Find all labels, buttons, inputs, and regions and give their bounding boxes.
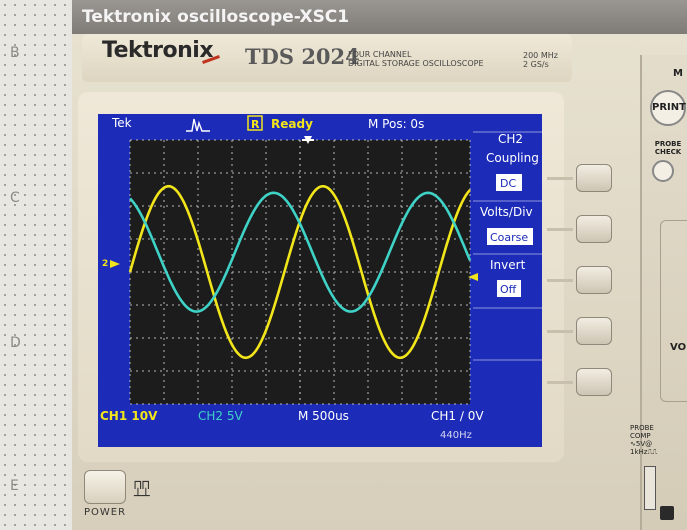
menu-invert-value[interactable]: Off [500, 283, 517, 296]
horizontal-position: M Pos: 0s [368, 117, 424, 131]
menu-invert-label: Invert [490, 258, 526, 272]
trigger-state: R [251, 118, 260, 131]
spec-sample-rate: 2 GS/s [523, 60, 549, 69]
power-symbol-icon: ⊓⊓ ┴┴ [134, 478, 150, 504]
vertical-label: VO [670, 342, 687, 353]
background-canvas: B C D E [0, 0, 72, 530]
menu-coupling-value[interactable]: DC [500, 177, 516, 190]
ch1-scale-readout: CH1 10V [100, 409, 158, 423]
menu-button-2[interactable] [547, 215, 612, 243]
window-title: Tektronix oscilloscope-XSC1 [82, 7, 350, 27]
spec-bandwidth: 200 MHz [523, 51, 558, 60]
menu-button-4[interactable] [547, 317, 612, 345]
menu-button-3[interactable] [547, 266, 612, 294]
timebase-readout: M 500us [298, 409, 349, 423]
background-label-d: D [10, 335, 21, 351]
model-description-line2: DIGITAL STORAGE OSCILLOSCOPE [348, 59, 484, 68]
vertical-control-frame [660, 220, 687, 402]
menu-voltsdiv-value[interactable]: Coarse [490, 231, 528, 244]
menu-button-5[interactable] [547, 368, 612, 396]
ch2-scale-readout: CH2 5V [198, 409, 243, 423]
probe-comp-terminal[interactable] [644, 466, 656, 510]
power-label: POWER [84, 507, 127, 518]
menu-title: CH2 [498, 132, 523, 146]
brand-logo: Tektronix [102, 38, 214, 63]
frequency-readout: 440Hz [440, 430, 472, 441]
display-brand: Tek [111, 116, 132, 130]
probe-ground-terminal[interactable] [660, 506, 674, 520]
background-label-e: E [10, 478, 19, 494]
trigger-readout: CH1 ∕ 0V [431, 409, 484, 423]
panel-label-m: M [673, 68, 683, 79]
probe-check-button[interactable] [652, 160, 674, 182]
model-name: TDS 2024 [245, 44, 360, 69]
menu-button-1[interactable] [547, 164, 612, 192]
power-button[interactable] [84, 470, 126, 504]
model-spec: 200 MHz 2 GS/s [523, 51, 558, 69]
probe-comp-label: PROBE COMP ∿5V@ 1kHz⎍⎍ [630, 424, 658, 456]
acquisition-status: Ready [271, 117, 313, 131]
scope-display: Tek R Ready M Pos: 0s 2 CH2 Coupling DC … [98, 114, 542, 447]
menu-voltsdiv-label: Volts/Div [480, 205, 533, 219]
background-label-c: C [10, 190, 20, 206]
model-description-line1: FOUR CHANNEL [348, 50, 412, 59]
menu-coupling-label: Coupling [486, 151, 539, 165]
window-titlebar[interactable]: Tektronix oscilloscope-XSC1 [72, 0, 687, 34]
ch2-ground-marker: 2 [102, 259, 108, 269]
print-button[interactable]: PRINT [650, 90, 686, 126]
model-description: FOUR CHANNEL DIGITAL STORAGE OSCILLOSCOP… [348, 50, 508, 68]
background-label-b: B [10, 45, 20, 61]
probe-check-label: PROBE CHECK [654, 140, 682, 156]
